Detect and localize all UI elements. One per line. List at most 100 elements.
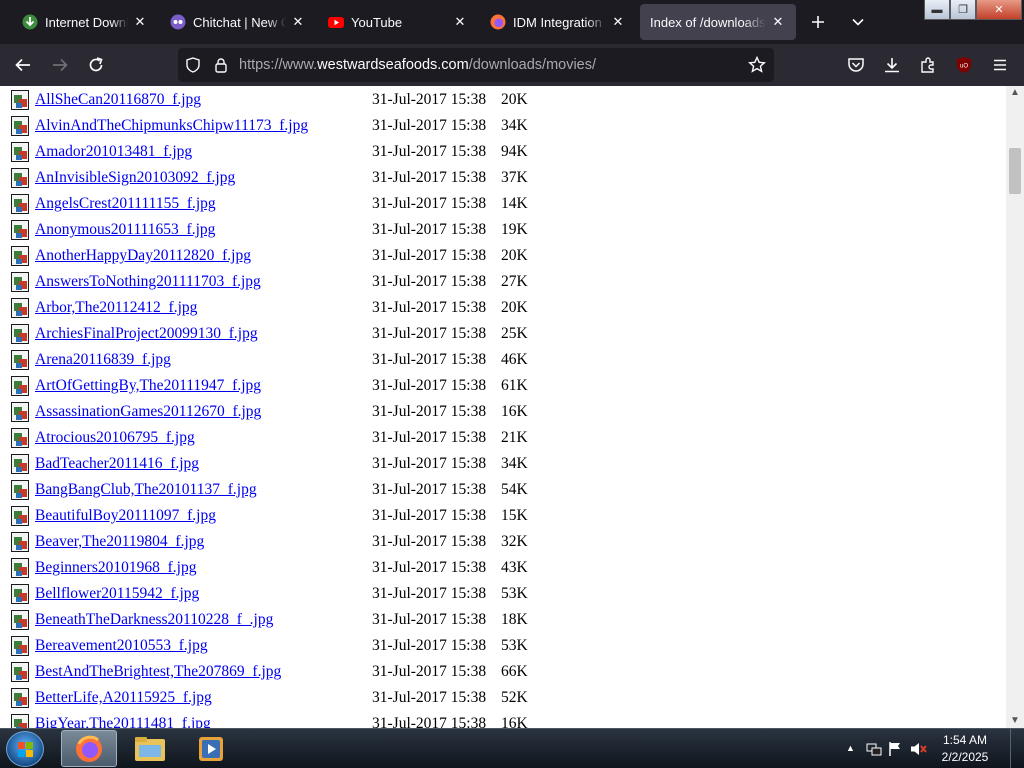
table-row: BadTeacher2011416_f.jpg 31-Jul-2017 15:38… [0, 451, 1006, 477]
table-row: BetterLife,A20115925_f.jpg 31-Jul-2017 15… [0, 685, 1006, 711]
taskbar-explorer[interactable] [122, 730, 178, 767]
close-icon[interactable]: ✕ [452, 14, 468, 30]
url-scheme: https://www. [239, 57, 318, 73]
volume-muted-icon[interactable] [910, 741, 928, 760]
file-link[interactable]: BeneathTheDarkness20110228_f_.jpg [35, 611, 273, 629]
tab-internet-download-manager[interactable]: Internet Download Manager ✕ [12, 4, 158, 40]
show-desktop-button[interactable] [1010, 729, 1024, 768]
file-link[interactable]: Anonymous201111653_f.jpg [35, 221, 215, 239]
table-row: BeautifulBoy20111097_f.jpg 31-Jul-2017 15… [0, 503, 1006, 529]
file-link[interactable]: ArtOfGettingBy,The20111947_f.jpg [35, 377, 261, 395]
tab-chitchat[interactable]: Chitchat | New Chat ✕ [160, 4, 316, 40]
scrollbar-thumb[interactable] [1009, 148, 1021, 194]
table-row: BigYear,The20111481_f.jpg 31-Jul-2017 15:… [0, 711, 1006, 728]
file-link[interactable]: Arbor,The20112412_f.jpg [35, 299, 197, 317]
taskbar-media-player[interactable] [183, 730, 239, 767]
scroll-down-arrow-icon[interactable]: ▼ [1006, 714, 1024, 728]
file-link[interactable]: BetterLife,A20115925_f.jpg [35, 689, 212, 707]
explorer-icon [135, 736, 165, 761]
close-icon[interactable]: ✕ [290, 14, 306, 30]
image-file-icon [11, 376, 29, 396]
file-link[interactable]: AllSheCan20116870_f.jpg [35, 91, 201, 109]
back-arrow-icon [15, 58, 30, 72]
network-icon[interactable] [866, 741, 882, 760]
back-button[interactable] [11, 53, 35, 77]
file-link[interactable]: AngelsCrest201111155_f.jpg [35, 195, 216, 213]
clock-time[interactable]: 1:54 AM [935, 733, 995, 747]
file-link[interactable]: Beaver,The20119804_f.jpg [35, 533, 204, 551]
file-size: 94K [501, 143, 528, 160]
file-link[interactable]: BadTeacher2011416_f.jpg [35, 455, 199, 473]
vertical-scrollbar[interactable]: ▲ ▼ [1006, 86, 1024, 728]
ublock-origin-button[interactable]: uO [952, 53, 976, 77]
file-link[interactable]: BeautifulBoy20111097_f.jpg [35, 507, 216, 525]
tab-youtube[interactable]: YouTube ✕ [318, 4, 478, 40]
downloads-button[interactable] [880, 53, 904, 77]
file-link[interactable]: Beginners20101968_f.jpg [35, 559, 196, 577]
file-size: 18K [501, 611, 528, 628]
idm-icon [22, 14, 38, 30]
file-modified-date: 31-Jul-2017 15:38 [372, 377, 487, 394]
file-link[interactable]: AssassinationGames20112670_f.jpg [35, 403, 261, 421]
url-domain: westwardseafoods.com [317, 57, 469, 73]
file-link[interactable]: BigYear,The20111481_f.jpg [35, 715, 211, 728]
action-center-flag-icon[interactable] [888, 741, 902, 760]
file-link[interactable]: Bereavement2010553_f.jpg [35, 637, 208, 655]
tab-index-downloads-movies[interactable]: Index of /downloads/movies/ ✕ [640, 4, 796, 40]
close-icon[interactable]: ✕ [610, 14, 626, 30]
file-modified-date: 31-Jul-2017 15:38 [372, 507, 487, 524]
image-file-icon [11, 142, 29, 162]
table-row: AnswersToNothing201111703_f.jpg 31-Jul-20… [0, 269, 1006, 295]
reload-button[interactable] [84, 53, 108, 77]
file-link[interactable]: ArchiesFinalProject20099130_f.jpg [35, 325, 258, 343]
new-tab-button[interactable] [806, 10, 830, 34]
file-link[interactable]: AnswersToNothing201111703_f.jpg [35, 273, 261, 291]
file-link[interactable]: Atrocious20106795_f.jpg [35, 429, 195, 447]
forward-button[interactable] [48, 53, 72, 77]
tab-idm-integration[interactable]: IDM Integration Module ✕ [480, 4, 636, 40]
image-file-icon [11, 532, 29, 552]
image-file-icon [11, 454, 29, 474]
file-size: 19K [501, 221, 528, 238]
file-size: 46K [501, 351, 528, 368]
file-link[interactable]: BangBangClub,The20101137_f.jpg [35, 481, 257, 499]
file-link[interactable]: Bellflower20115942_f.jpg [35, 585, 199, 603]
scroll-up-arrow-icon[interactable]: ▲ [1006, 86, 1024, 100]
bookmark-star-icon[interactable] [748, 55, 766, 79]
app-menu-button[interactable] [988, 53, 1012, 77]
table-row: ArtOfGettingBy,The20111947_f.jpg 31-Jul-2… [0, 373, 1006, 399]
close-icon[interactable]: ✕ [132, 14, 148, 30]
lock-icon[interactable] [213, 57, 229, 78]
clock-date[interactable]: 2/2/2025 [935, 750, 995, 764]
file-modified-date: 31-Jul-2017 15:38 [372, 481, 487, 498]
taskbar: ▲ 1:54 AM 2/2/2025 [0, 728, 1024, 768]
forward-arrow-icon [53, 58, 68, 72]
minimize-button[interactable]: ▬ [924, 0, 950, 20]
table-row: ArchiesFinalProject20099130_f.jpg 31-Jul-… [0, 321, 1006, 347]
file-link[interactable]: AnotherHappyDay20112820_f.jpg [35, 247, 251, 265]
file-link[interactable]: BestAndTheBrightest,The207869_f.jpg [35, 663, 281, 681]
extensions-button[interactable] [916, 53, 940, 77]
start-button[interactable] [6, 731, 44, 767]
address-bar[interactable]: https://www.westwardseafoods.com/downloa… [178, 48, 774, 82]
table-row: AllSheCan20116870_f.jpg 31-Jul-2017 15:38… [0, 87, 1006, 113]
close-window-button[interactable]: ✕ [976, 0, 1022, 20]
show-hidden-icons-button[interactable]: ▲ [846, 743, 855, 753]
close-icon[interactable]: ✕ [770, 14, 786, 30]
file-modified-date: 31-Jul-2017 15:38 [372, 221, 487, 238]
pocket-button[interactable] [844, 53, 868, 77]
file-link[interactable]: AnInvisibleSign20103092_f.jpg [35, 169, 235, 187]
file-link[interactable]: Amador201013481_f.jpg [35, 143, 192, 161]
file-size: 53K [501, 637, 528, 654]
file-modified-date: 31-Jul-2017 15:38 [372, 663, 487, 680]
file-link[interactable]: AlvinAndTheChipmunksChipw11173_f.jpg [35, 117, 308, 135]
image-file-icon [11, 116, 29, 136]
table-row: AnInvisibleSign20103092_f.jpg 31-Jul-2017… [0, 165, 1006, 191]
list-all-tabs-button[interactable] [846, 10, 870, 34]
image-file-icon [11, 194, 29, 214]
taskbar-firefox[interactable] [61, 730, 117, 767]
maximize-button[interactable]: ❐ [950, 0, 976, 20]
file-link[interactable]: Arena20116839_f.jpg [35, 351, 171, 369]
url-text[interactable]: https://www.westwardseafoods.com/downloa… [239, 48, 596, 82]
tracking-protection-shield-icon[interactable] [185, 57, 201, 78]
